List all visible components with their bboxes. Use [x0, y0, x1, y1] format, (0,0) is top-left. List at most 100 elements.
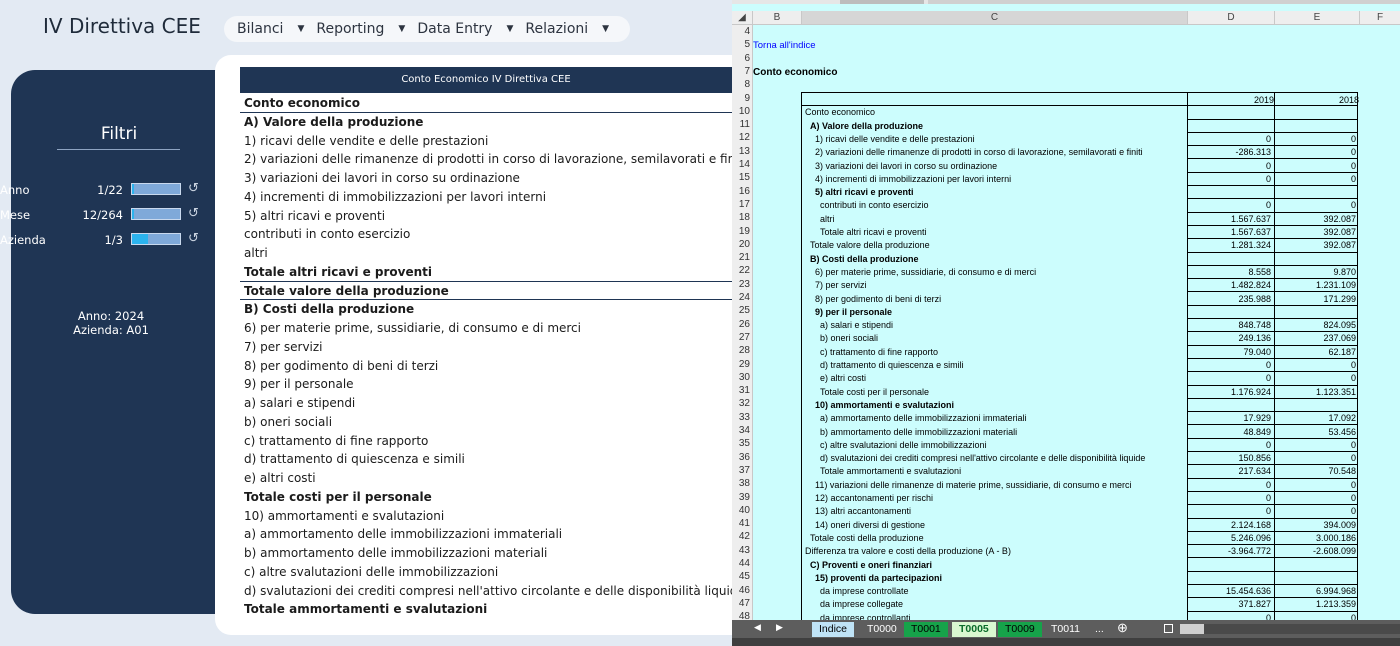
back-to-index-link[interactable]: Torna all'indice	[753, 40, 816, 51]
cell-2019[interactable]: 0	[1187, 161, 1274, 171]
row-number[interactable]: 18	[732, 211, 750, 224]
reset-icon[interactable]: ↺	[188, 231, 199, 246]
cell-label[interactable]: b) oneri sociali	[820, 333, 878, 343]
cell-label[interactable]: Totale costi della produzione	[810, 533, 924, 543]
cell-2018[interactable]: 9.870	[1274, 267, 1359, 277]
cell-label[interactable]: 4) incrementi di immobilizzazioni per la…	[815, 174, 1011, 184]
cell-label[interactable]: 12) accantonamenti per rischi	[815, 493, 933, 503]
row-number[interactable]: 34	[732, 424, 750, 437]
cell-2019[interactable]: 8.558	[1187, 267, 1274, 277]
row-number[interactable]: 40	[732, 504, 750, 517]
cell-2018[interactable]: 17.092	[1274, 413, 1359, 423]
cell-label[interactable]: 2) variazioni delle rimanenze di prodott…	[815, 147, 1143, 157]
row-number[interactable]: 35	[732, 437, 750, 450]
row-number[interactable]: 12	[732, 131, 750, 144]
row-number[interactable]: 16	[732, 185, 750, 198]
report-row[interactable]: Totale altri ricavi e proventi	[240, 263, 732, 282]
cell-2018[interactable]: 237.069	[1274, 333, 1359, 343]
menu-bilanci[interactable]: Bilanci	[237, 21, 283, 37]
menu-data-entry[interactable]: Data Entry	[417, 21, 492, 37]
report-row[interactable]: 6) per materie prime, sussidiarie, di co…	[240, 319, 732, 338]
cell-2019[interactable]: 0	[1187, 360, 1274, 370]
report-row[interactable]: Totale costi per il personale	[240, 488, 732, 507]
report-row[interactable]: d) trattamento di quiescenza e simili	[240, 450, 732, 469]
cell-2019[interactable]: 1.281.324	[1187, 240, 1274, 250]
row-number[interactable]: 21	[732, 251, 750, 264]
row-number[interactable]: 20	[732, 238, 750, 251]
scrollbar-thumb[interactable]	[1180, 624, 1204, 634]
report-row[interactable]: d) svalutazioni dei crediti compresi nel…	[240, 582, 732, 601]
cell-label[interactable]: d) trattamento di quiescenza e simili	[820, 360, 964, 370]
filter-selection-bar[interactable]	[131, 183, 181, 195]
cell-2018[interactable]: 0	[1274, 174, 1359, 184]
row-number[interactable]: 15	[732, 171, 750, 184]
cell-2019[interactable]: 371.827	[1187, 599, 1274, 609]
cell-label[interactable]: a) ammortamento delle immobilizzazioni i…	[820, 413, 1027, 423]
row-number[interactable]: 22	[732, 264, 750, 277]
row-number[interactable]: 44	[732, 557, 750, 570]
reset-icon[interactable]: ↺	[188, 206, 199, 221]
row-number[interactable]: 41	[732, 517, 750, 530]
sheet-tab[interactable]: Indice	[812, 622, 855, 637]
cell-2018[interactable]: 171.299	[1274, 294, 1359, 304]
sheet-tab[interactable]: T0000	[860, 622, 904, 637]
row-number[interactable]: 36	[732, 451, 750, 464]
chevron-down-icon[interactable]: ▼	[506, 24, 513, 34]
cell-label[interactable]: 9) per il personale	[815, 307, 892, 317]
cell-label[interactable]: e) altri costi	[820, 373, 866, 383]
cell-label[interactable]: 15) proventi da partecipazioni	[815, 573, 942, 583]
report-row[interactable]: c) trattamento di fine rapporto	[240, 432, 732, 451]
cell-label[interactable]: b) ammortamento delle immobilizzazioni m…	[820, 427, 1017, 437]
cell-2019[interactable]: 1.482.824	[1187, 280, 1274, 290]
cell-label[interactable]: 1) ricavi delle vendite e delle prestazi…	[815, 134, 975, 144]
row-number[interactable]: 27	[732, 331, 750, 344]
row-number[interactable]: 23	[732, 278, 750, 291]
horizontal-scrollbar[interactable]	[1180, 624, 1400, 634]
row-number[interactable]: 4	[732, 25, 750, 38]
cell-2018[interactable]: 70.548	[1274, 466, 1359, 476]
select-all-corner[interactable]: ◢	[732, 11, 752, 24]
cell-2018[interactable]: 6.994.968	[1274, 586, 1359, 596]
cell-2018[interactable]: 392.087	[1274, 214, 1359, 224]
cell-2018[interactable]: 0	[1274, 493, 1359, 503]
row-number[interactable]: 37	[732, 464, 750, 477]
report-row[interactable]: 10) ammortamenti e svalutazioni	[240, 507, 732, 526]
cell-label[interactable]: 5) altri ricavi e proventi	[815, 187, 914, 197]
report-row[interactable]: Totale valore della produzione	[240, 282, 732, 301]
cell-label[interactable]: A) Valore della produzione	[810, 121, 923, 131]
cell-2018[interactable]: 1.231.109	[1274, 280, 1359, 290]
cell-2019[interactable]: 249.136	[1187, 333, 1274, 343]
filter-azienda[interactable]: Azienda 1/3 ↺	[0, 230, 215, 250]
report-row[interactable]: Totale ammortamenti e svalutazioni	[240, 600, 732, 619]
report-row[interactable]: altri	[240, 244, 732, 263]
cell-2019[interactable]: 15.454.636	[1187, 586, 1274, 596]
cell-2019[interactable]: 0	[1187, 174, 1274, 184]
cell-2018[interactable]: 1.213.359	[1274, 599, 1359, 609]
report-row[interactable]: b) ammortamento delle immobilizzazioni m…	[240, 544, 732, 563]
row-number[interactable]: 38	[732, 477, 750, 490]
cell-label[interactable]: 10) ammortamenti e svalutazioni	[815, 400, 954, 410]
cell-label[interactable]: 13) altri accantonamenti	[815, 506, 911, 516]
row-number[interactable]: 39	[732, 491, 750, 504]
report-row[interactable]: 3) variazioni dei lavori in corso su ord…	[240, 169, 732, 188]
cell-2019[interactable]: 1.567.637	[1187, 214, 1274, 224]
cell-label[interactable]: Differenza tra valore e costi della prod…	[805, 546, 1011, 556]
cell-2019[interactable]: 5.246.096	[1187, 533, 1274, 543]
cell-label[interactable]: Totale ammortamenti e svalutazioni	[820, 466, 961, 476]
year-2018[interactable]: 2018	[1274, 95, 1359, 105]
column-header-e[interactable]: E	[1274, 11, 1359, 24]
cell-2019[interactable]: 0	[1187, 506, 1274, 516]
cell-2018[interactable]: 824.095	[1274, 320, 1359, 330]
row-number[interactable]: 13	[732, 145, 750, 158]
cell-2019[interactable]: 2.124.168	[1187, 520, 1274, 530]
report-row[interactable]: 5) altri ricavi e proventi	[240, 207, 732, 226]
cell-2018[interactable]: 0	[1274, 360, 1359, 370]
row-number[interactable]: 5	[732, 38, 750, 51]
row-number[interactable]: 7	[732, 65, 750, 78]
filter-mese[interactable]: Mese 12/264 ↺	[0, 205, 215, 225]
report-row[interactable]: 7) per servizi	[240, 338, 732, 357]
cell-2019[interactable]: -3.964.772	[1187, 546, 1274, 556]
row-number[interactable]: 9	[732, 92, 750, 105]
reset-icon[interactable]: ↺	[188, 181, 199, 196]
cell-2019[interactable]: 17.929	[1187, 413, 1274, 423]
